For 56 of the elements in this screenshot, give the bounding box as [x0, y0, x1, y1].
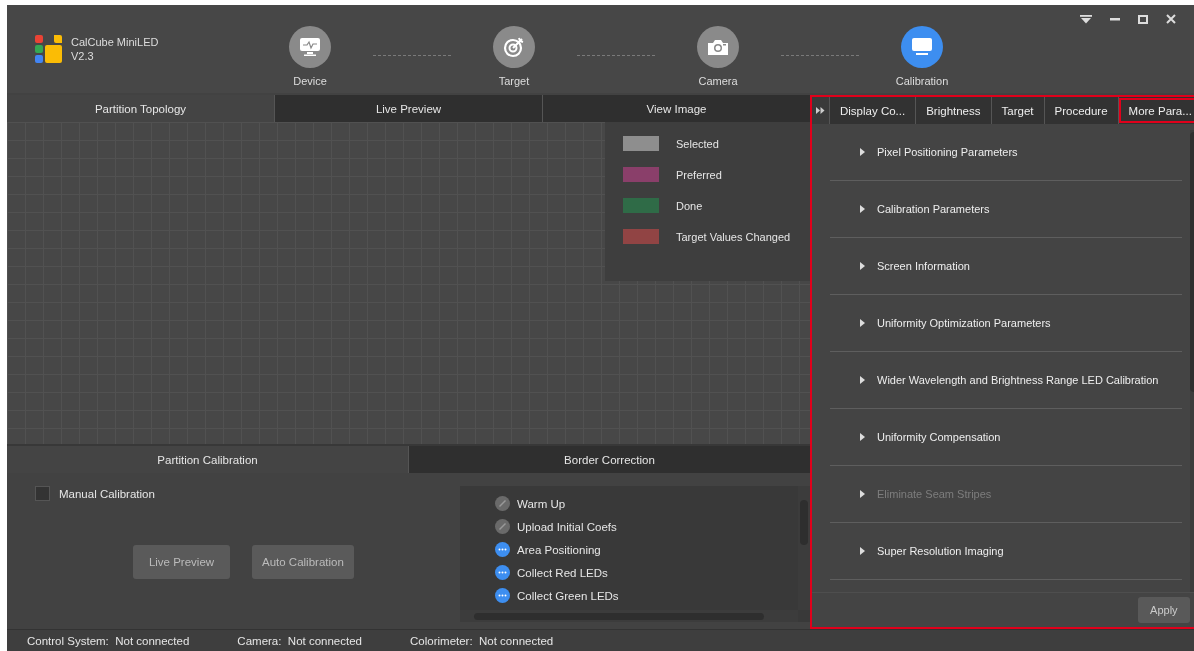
action-button[interactable]: Live Preview	[133, 545, 230, 579]
section-header[interactable]: Uniformity Optimization Parameters	[830, 295, 1182, 352]
view-tab[interactable]: View Image	[542, 95, 810, 122]
expand-arrow-icon	[860, 376, 865, 384]
expand-arrow-icon	[860, 433, 865, 441]
action-button[interactable]: Auto Calibration	[252, 545, 354, 579]
section-header[interactable]: Wider Wavelength and Brightness Range LED Calibration	[830, 352, 1182, 409]
procedure-step: Upload Initial Coefs	[517, 520, 617, 533]
section-header[interactable]: Uniformity Compensation	[830, 409, 1182, 466]
wizard-step[interactable]: Calibration	[887, 25, 957, 87]
panel-tab[interactable]: Target	[990, 97, 1044, 124]
apply-button[interactable]: Apply	[1137, 597, 1190, 623]
checkbox-label: Manual Calibration	[59, 487, 155, 500]
view-tab[interactable]: Live Preview	[274, 95, 542, 122]
camera-icon	[707, 37, 729, 56]
status-text: Colorimeter: Not connected	[410, 634, 554, 647]
dropdown-icon[interactable]	[1080, 14, 1092, 24]
minimize-icon[interactable]	[1110, 17, 1120, 21]
legend-label: Done	[676, 199, 703, 212]
procedure-step: Warm Up	[517, 497, 566, 510]
wizard-step[interactable]: Device	[275, 25, 345, 87]
monitor-icon	[911, 36, 933, 57]
panel-tab[interactable]: Procedure	[1043, 97, 1118, 124]
checkbox[interactable]	[35, 486, 50, 501]
maximize-icon[interactable]	[1138, 14, 1148, 24]
app-name: CalCube MiniLED	[71, 35, 159, 49]
wizard-step[interactable]: Target	[479, 25, 549, 87]
calibration-tab[interactable]: Border Correction	[408, 446, 810, 473]
procedure-step: Area Positioning	[517, 543, 601, 556]
procedure-step: Collect Red LEDs	[517, 566, 608, 579]
section-header[interactable]: Super Resolution Imaging	[830, 523, 1182, 580]
expand-arrow-icon	[860, 148, 865, 156]
expand-arrow-icon	[860, 490, 865, 498]
expand-arrow-icon	[860, 547, 865, 555]
expand-arrow-icon	[860, 205, 865, 213]
panel-tab[interactable]: More Para...	[1117, 97, 1194, 124]
app-version: V2.3	[71, 49, 95, 63]
status-text: Camera: Not connected	[237, 634, 362, 647]
section-header[interactable]: Screen Information	[830, 238, 1182, 295]
legend-label: Selected	[676, 137, 719, 150]
logo-icon	[35, 35, 63, 63]
procedure-step: Collect Green LEDs	[517, 589, 619, 602]
section-header[interactable]: Pixel Positioning Parameters	[830, 124, 1182, 181]
legend-label: Preferred	[676, 168, 722, 181]
target-icon	[503, 35, 525, 58]
panel-tab[interactable]: Brightness	[915, 97, 991, 124]
panel-tab[interactable]: Display Co...	[829, 97, 916, 124]
expand-arrow-icon	[860, 319, 865, 327]
wizard-step[interactable]: Camera	[683, 25, 753, 87]
legend-label: Target Values Changed	[676, 230, 791, 243]
close-icon[interactable]	[1166, 14, 1176, 24]
monitor-icon	[299, 36, 321, 57]
status-text: Control System: Not connected	[27, 634, 190, 647]
expand-arrow-icon	[860, 262, 865, 270]
section-header[interactable]: Calibration Parameters	[830, 181, 1182, 238]
double-arrow-icon[interactable]	[816, 107, 825, 114]
